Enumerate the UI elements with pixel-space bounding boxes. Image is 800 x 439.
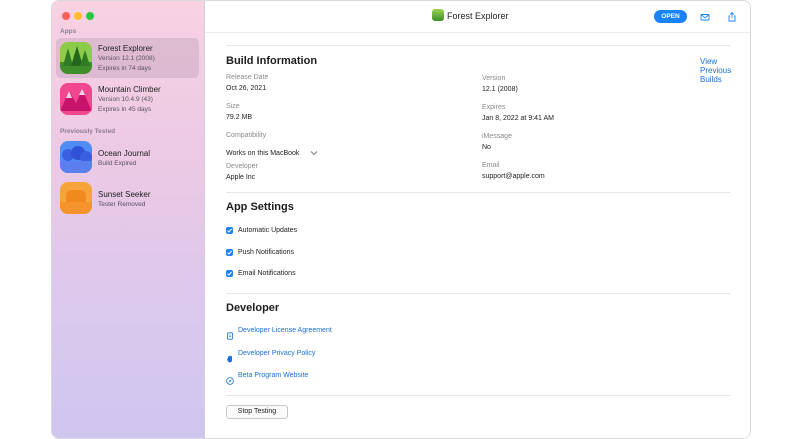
compass-icon bbox=[226, 372, 234, 385]
app-name: Forest Explorer bbox=[98, 44, 153, 53]
sidebar-item-sunset-seeker[interactable]: Sunset Seeker Tester Removed bbox=[56, 178, 199, 218]
forest-icon bbox=[60, 42, 92, 74]
developer-license-agreement-link[interactable]: Developer License Agreement bbox=[238, 327, 332, 334]
hand-icon bbox=[226, 350, 234, 363]
sunset-icon bbox=[60, 182, 92, 214]
app-expiry: Expires in 74 days bbox=[98, 65, 152, 72]
main-content: Forest Explorer OPEN Build Information V… bbox=[205, 1, 750, 438]
compatibility-label: Compatibility bbox=[226, 132, 267, 139]
compatibility-value: Works on this MacBook bbox=[226, 150, 300, 157]
size-label: Size bbox=[226, 103, 240, 110]
divider bbox=[226, 395, 730, 396]
app-window: Apps Forest Explorer Version 12.1 (2008)… bbox=[51, 0, 751, 439]
expires-value: Jan 8, 2022 at 9:41 AM bbox=[482, 115, 554, 122]
view-previous-builds-link[interactable]: View Previous Builds bbox=[700, 57, 750, 84]
apps-section-label: Apps bbox=[60, 28, 77, 35]
sidebar-item-forest-explorer[interactable]: Forest Explorer Version 12.1 (2008) Expi… bbox=[56, 38, 199, 78]
stop-testing-button[interactable]: Stop Testing bbox=[226, 405, 288, 419]
share-icon[interactable] bbox=[726, 10, 738, 22]
app-version: Version 10.4.9 (43) bbox=[98, 96, 153, 103]
push-notifications-checkbox[interactable] bbox=[226, 249, 233, 256]
app-name: Sunset Seeker bbox=[98, 190, 151, 199]
build-information-heading: Build Information bbox=[226, 55, 318, 67]
toolbar: Forest Explorer OPEN bbox=[205, 1, 750, 33]
checkbox-label: Email Notifications bbox=[238, 270, 296, 277]
version-label: Version bbox=[482, 75, 506, 82]
divider bbox=[226, 192, 730, 193]
close-window-button[interactable] bbox=[62, 12, 70, 20]
automatic-updates-checkbox[interactable] bbox=[226, 227, 233, 234]
ocean-icon bbox=[60, 141, 92, 173]
mail-icon[interactable] bbox=[699, 10, 711, 22]
previously-tested-label: Previously Tested bbox=[60, 128, 116, 135]
email-label: Email bbox=[482, 162, 500, 169]
expires-label: Expires bbox=[482, 104, 506, 111]
checkbox-label: Push Notifications bbox=[238, 249, 295, 256]
forest-app-icon bbox=[432, 9, 444, 21]
chevron-down-icon bbox=[310, 143, 318, 161]
email-notifications-checkbox[interactable] bbox=[226, 270, 233, 277]
checkbox-label: Automatic Updates bbox=[238, 227, 298, 234]
sidebar: Apps Forest Explorer Version 12.1 (2008)… bbox=[52, 1, 205, 438]
app-status: Build Expired bbox=[98, 160, 137, 167]
app-status: Tester Removed bbox=[98, 201, 146, 208]
imessage-value: No bbox=[482, 144, 491, 151]
divider bbox=[226, 293, 730, 294]
developer-heading: Developer bbox=[226, 302, 280, 314]
developer-privacy-policy-link[interactable]: Developer Privacy Policy bbox=[238, 350, 315, 357]
app-name: Mountain Climber bbox=[98, 85, 161, 94]
open-button[interactable]: OPEN bbox=[654, 10, 687, 23]
mountain-icon bbox=[60, 83, 92, 115]
sidebar-item-mountain-climber[interactable]: Mountain Climber Version 10.4.9 (43) Exp… bbox=[56, 79, 199, 119]
release-date-label: Release Date bbox=[226, 74, 269, 81]
release-date-value: Oct 26, 2021 bbox=[226, 85, 267, 92]
app-expiry: Expires in 45 days bbox=[98, 106, 152, 113]
document-icon bbox=[226, 327, 234, 340]
version-value: 12.1 (2008) bbox=[482, 86, 518, 93]
email-value: support@apple.com bbox=[482, 173, 545, 180]
app-version: Version 12.1 (2008) bbox=[98, 55, 155, 62]
window-title: Forest Explorer bbox=[447, 11, 509, 21]
developer-value: Apple Inc bbox=[226, 174, 256, 181]
imessage-label: iMessage bbox=[482, 133, 512, 140]
minimize-window-button[interactable] bbox=[74, 12, 82, 20]
developer-label: Developer bbox=[226, 163, 258, 170]
divider bbox=[226, 45, 730, 46]
compatibility-dropdown[interactable]: Works on this MacBook bbox=[226, 142, 318, 160]
size-value: 79.2 MB bbox=[226, 114, 253, 121]
app-name: Ocean Journal bbox=[98, 149, 151, 158]
app-settings-heading: App Settings bbox=[226, 201, 294, 213]
zoom-window-button[interactable] bbox=[86, 12, 94, 20]
beta-program-website-link[interactable]: Beta Program Website bbox=[238, 372, 308, 379]
sidebar-item-ocean-journal[interactable]: Ocean Journal Build Expired bbox=[56, 137, 199, 177]
